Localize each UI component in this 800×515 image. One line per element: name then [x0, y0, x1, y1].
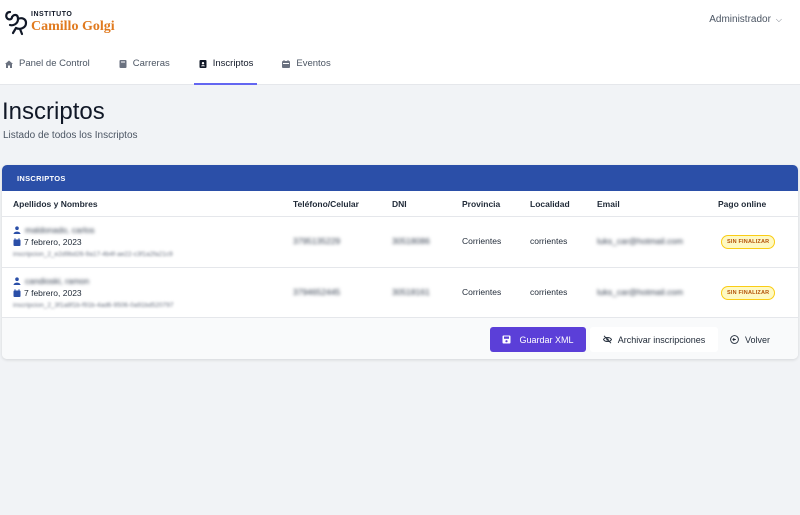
calendar-icon	[13, 238, 21, 246]
user-icon	[13, 277, 21, 285]
nav-item-label: Eventos	[296, 58, 331, 69]
column-header-telefono: Teléfono/Celular	[293, 199, 359, 209]
applicant-name: maldonado, carlos	[25, 225, 95, 235]
provincia-cell: Corrientes	[462, 236, 502, 246]
provincia-cell: Corrientes	[462, 287, 502, 297]
user-icon	[13, 226, 21, 234]
user-menu-label: Administrador	[709, 14, 771, 25]
status-badge: SIN FINALIZAR	[721, 235, 776, 249]
chevron-down-icon: ⌵	[775, 14, 782, 24]
column-header-provincia: Provincia	[462, 199, 501, 209]
dni-cell: 30518086	[392, 236, 430, 246]
calendar-icon	[281, 59, 291, 69]
back-button[interactable]: Volver	[722, 327, 778, 352]
page-subtitle: Listado de todos los Inscriptos	[3, 130, 138, 141]
localidad-cell: corrientes	[530, 287, 568, 297]
table-row[interactable]: maldonado, carlos 7 febrero, 2023 inscri…	[2, 217, 798, 267]
phone-cell: 3795135229	[293, 236, 341, 246]
phone-cell: 3794652445	[293, 287, 341, 297]
top-bar: INSTITUTO Camillo Golgi Administrador ⌵ …	[0, 0, 800, 85]
registration-code: inscripcion_2_e2d9bd26-9a17-4b4f-ae22-c3…	[13, 251, 173, 258]
eye-slash-icon	[602, 335, 612, 344]
archive-label: Archivar inscripciones	[617, 334, 706, 345]
save-icon	[502, 335, 511, 344]
registration-date: 7 febrero, 2023	[24, 237, 82, 247]
registration-date: 7 febrero, 2023	[24, 288, 82, 298]
save-xml-label: Guardar XML	[519, 334, 574, 345]
column-header-pago: Pago online	[718, 199, 767, 209]
nav-item-carreras[interactable]: Carreras	[114, 44, 174, 85]
email-cell: luks_car@hotmail.com	[597, 287, 684, 297]
arrow-left-circle-icon	[730, 335, 739, 344]
user-menu[interactable]: Administrador ⌵	[709, 14, 782, 25]
column-header-email: Email	[597, 199, 620, 209]
book-icon	[118, 59, 128, 69]
column-header-dni: DNI	[392, 199, 407, 209]
email-cell: luks_car@hotmail.com	[597, 236, 684, 246]
name-line: candioski, ramon	[13, 276, 89, 286]
home-icon	[4, 59, 14, 69]
nav-item-panel[interactable]: Panel de Control	[0, 44, 94, 85]
main-nav: Panel de Control Carreras Inscriptos Eve…	[0, 44, 355, 85]
nav-item-label: Inscriptos	[212, 58, 254, 69]
back-label: Volver	[744, 334, 770, 345]
card-header-title: INSCRIPTOS	[17, 173, 66, 183]
card-footer: Guardar XML Archivar inscripciones Volve…	[2, 317, 798, 359]
nav-item-label: Panel de Control	[19, 58, 90, 69]
inscriptos-card: INSCRIPTOS Apellidos y Nombres Teléfono/…	[2, 165, 798, 359]
logo-mark-icon	[5, 10, 28, 36]
contact-book-icon	[198, 59, 208, 69]
calendar-icon	[13, 289, 21, 297]
dni-cell: 30518161	[392, 287, 430, 297]
logo-name-text: Camillo Golgi	[31, 19, 115, 34]
nav-item-eventos[interactable]: Eventos	[277, 44, 334, 85]
date-line: 7 febrero, 2023	[13, 288, 82, 298]
archive-button[interactable]: Archivar inscripciones	[590, 327, 718, 352]
nav-item-inscriptos[interactable]: Inscriptos	[193, 44, 258, 85]
card-header: INSCRIPTOS	[2, 165, 798, 191]
page-title: Inscriptos	[2, 98, 105, 125]
column-header-nombres: Apellidos y Nombres	[13, 199, 98, 209]
save-xml-button[interactable]: Guardar XML	[490, 327, 586, 352]
nav-item-label: Carreras	[132, 58, 170, 69]
name-line: maldonado, carlos	[13, 225, 94, 235]
table-row[interactable]: candioski, ramon 7 febrero, 2023 inscrip…	[2, 268, 798, 318]
registration-code: inscripcion_2_3f1a8f1b-f91b-4ad6-9506-0a…	[13, 302, 174, 309]
date-line: 7 febrero, 2023	[13, 237, 82, 247]
localidad-cell: corrientes	[530, 236, 568, 246]
column-header-localidad: Localidad	[530, 199, 570, 209]
status-badge: SIN FINALIZAR	[721, 286, 776, 300]
applicant-name: candioski, ramon	[25, 276, 90, 286]
logo-small-text: INSTITUTO	[31, 11, 73, 18]
institute-logo[interactable]: INSTITUTO Camillo Golgi	[4, 8, 115, 36]
